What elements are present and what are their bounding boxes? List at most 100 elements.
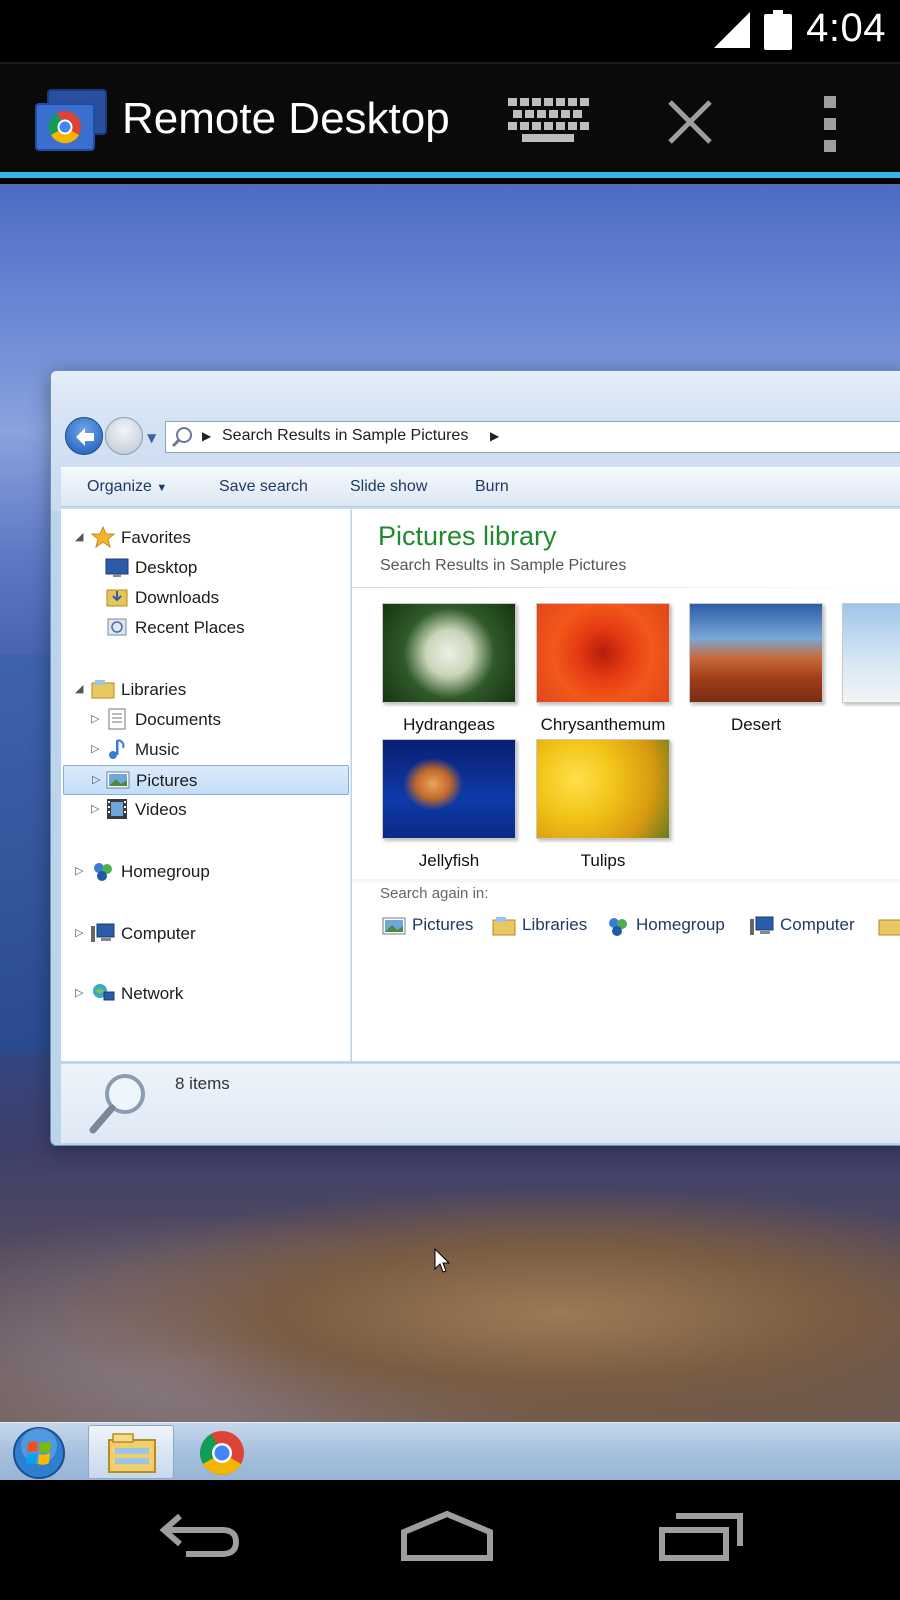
library-title: Pictures library (378, 521, 557, 551)
recent-pages-dropdown[interactable]: ▼ (147, 431, 156, 445)
nav-label: Pictures (136, 771, 198, 790)
nav-libraries[interactable]: ◢ Libraries (75, 675, 335, 705)
thumbnail-label[interactable]: P (829, 715, 900, 735)
thumbnail-label[interactable]: Desert (676, 715, 836, 735)
item-count: 8 items (175, 1074, 230, 1093)
nav-pictures[interactable]: ▷ Pictures (63, 765, 349, 795)
android-nav-bar (0, 1480, 900, 1600)
nav-recent-places[interactable]: Recent Places (105, 613, 335, 643)
expand-arrow-icon[interactable]: ◢ (75, 530, 83, 543)
close-icon[interactable] (664, 96, 716, 148)
folder-icon (878, 919, 900, 936)
libraries-icon (492, 917, 516, 936)
expand-arrow-icon[interactable]: ▷ (75, 864, 83, 877)
libraries-icon (91, 680, 115, 699)
recent-apps-icon[interactable] (656, 1510, 746, 1562)
thumbnail-hydrangeas[interactable] (382, 603, 516, 703)
nav-music[interactable]: ▷ Music (91, 735, 335, 765)
computer-icon (750, 916, 774, 935)
nav-label: Favorites (121, 528, 191, 547)
details-pane: 8 items (61, 1063, 900, 1143)
windows-taskbar (0, 1422, 900, 1480)
thumbnail-penguins[interactable] (842, 603, 900, 703)
computer-icon (91, 923, 115, 942)
downloads-folder-icon (106, 589, 128, 607)
nav-videos[interactable]: ▷ Videos (91, 795, 335, 825)
explorer-window[interactable]: ▼ ▶ Search Results in Sample Pictures ▶ … (50, 370, 900, 1146)
back-button[interactable] (65, 417, 103, 455)
expand-arrow-icon[interactable]: ▷ (91, 712, 99, 725)
command-bar: Organize ▼ Save search Slide show Burn (61, 467, 900, 507)
nav-label: Libraries (121, 680, 187, 699)
music-icon (109, 739, 125, 759)
expand-arrow-icon[interactable]: ▷ (75, 926, 83, 939)
search-again-item-label: Libraries (522, 915, 588, 934)
organize-button[interactable]: Organize ▼ (87, 478, 167, 496)
nav-label: Music (135, 740, 180, 759)
nav-label: Network (121, 984, 184, 1003)
expand-arrow-icon[interactable]: ▷ (92, 773, 100, 786)
chevron-down-icon: ▼ (156, 482, 168, 494)
windows-start-icon[interactable] (12, 1426, 66, 1480)
remote-desktop-view[interactable]: ▼ ▶ Search Results in Sample Pictures ▶ … (0, 184, 900, 1422)
expand-arrow-icon[interactable]: ▷ (91, 802, 99, 815)
mouse-cursor-icon (434, 1248, 450, 1273)
thumbnail-label[interactable]: Chrysanthemum (523, 715, 683, 735)
chevron-right-icon[interactable]: ▶ (490, 429, 499, 443)
thumbnail-desert[interactable] (689, 603, 823, 703)
status-bar: 4:04 (0, 0, 900, 62)
taskbar-explorer-button[interactable] (88, 1425, 174, 1479)
thumbnail-jellyfish[interactable] (382, 739, 516, 839)
videos-icon (107, 799, 127, 819)
navigation-pane: ◢ Favorites Desktop Downloads Recent Pla… (61, 509, 351, 1061)
organize-label: Organize (87, 478, 152, 495)
pictures-icon (382, 917, 406, 935)
search-again-item-label: Homegroup (636, 915, 725, 934)
forward-button[interactable] (105, 417, 143, 455)
expand-arrow-icon[interactable]: ▷ (91, 742, 99, 755)
thumbnail-chrysanthemum[interactable] (536, 603, 670, 703)
overflow-menu-icon[interactable] (818, 96, 842, 152)
home-icon[interactable] (400, 1506, 494, 1564)
nav-network[interactable]: ▷ Network (75, 979, 335, 1009)
nav-homegroup[interactable]: ▷ Homegroup (75, 857, 335, 887)
header-divider (352, 587, 900, 588)
star-icon (91, 526, 115, 548)
nav-computer[interactable]: ▷ Computer (75, 919, 335, 949)
thumbnail-label[interactable]: Tulips (523, 851, 683, 871)
back-icon[interactable] (156, 1510, 242, 1560)
thumbnail-label[interactable]: Hydrangeas (369, 715, 529, 735)
save-search-button[interactable]: Save search (219, 478, 308, 496)
nav-label: Recent Places (135, 618, 245, 637)
thumbnail-label[interactable]: Jellyfish (369, 851, 529, 871)
app-title: Remote Desktop (122, 94, 450, 143)
back-arrow-icon (76, 428, 94, 446)
thumbnail-tulips[interactable] (536, 739, 670, 839)
chevron-right-icon[interactable]: ▶ (202, 429, 211, 443)
keyboard-icon[interactable] (508, 98, 590, 146)
burn-button[interactable]: Burn (475, 478, 509, 496)
windows-explorer-icon (108, 1433, 156, 1473)
breadcrumb[interactable]: Search Results in Sample Pictures (222, 427, 468, 445)
cell-signal-icon (714, 12, 750, 48)
homegroup-icon (609, 918, 627, 936)
search-icon (171, 427, 192, 448)
magnifier-icon (89, 1074, 145, 1134)
nav-label: Videos (135, 800, 187, 819)
action-bar-accent (0, 172, 900, 178)
slide-show-button[interactable]: Slide show (350, 478, 427, 496)
desktop-icon (105, 558, 129, 577)
content-pane: Pictures library Search Results in Sampl… (352, 509, 900, 1061)
expand-arrow-icon[interactable]: ◢ (75, 682, 83, 695)
chrome-icon[interactable] (198, 1429, 246, 1477)
pictures-icon (106, 771, 130, 789)
nav-downloads[interactable]: Downloads (105, 583, 335, 613)
nav-desktop[interactable]: Desktop (105, 553, 335, 583)
nav-label: Homegroup (121, 862, 210, 881)
nav-favorites[interactable]: ◢ Favorites (75, 523, 335, 553)
expand-arrow-icon[interactable]: ▷ (75, 986, 83, 999)
homegroup-icon (94, 863, 112, 881)
address-bar[interactable]: ▶ Search Results in Sample Pictures ▶ (165, 421, 900, 453)
search-again-item-label: Computer (780, 915, 855, 934)
nav-documents[interactable]: ▷ Documents (91, 705, 335, 735)
